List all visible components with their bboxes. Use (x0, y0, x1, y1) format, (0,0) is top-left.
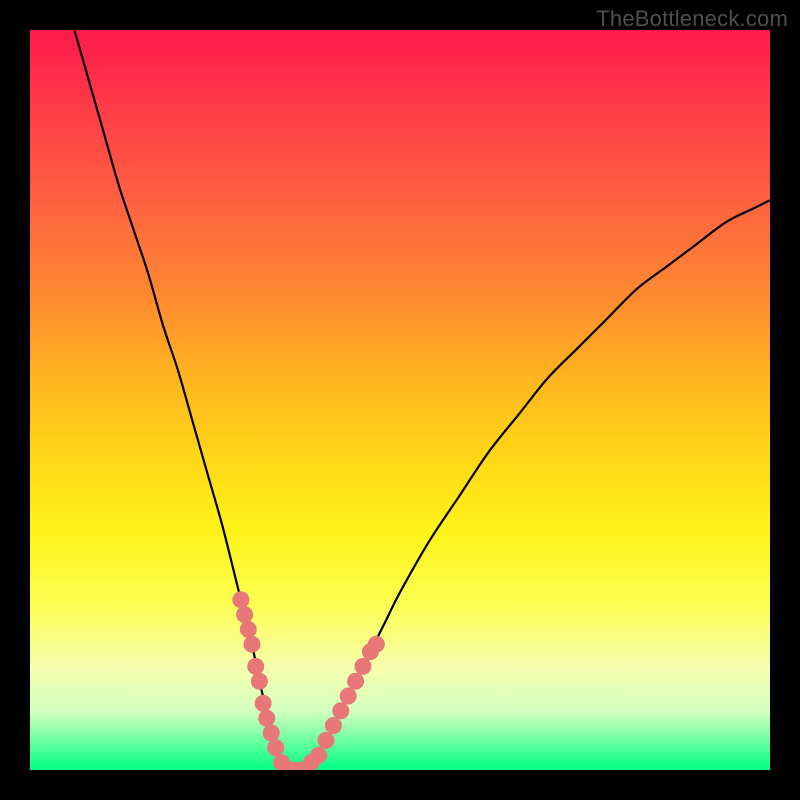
marker-group (233, 592, 384, 770)
marker-dot (348, 673, 364, 689)
marker-dot (248, 658, 264, 674)
marker-dot (340, 688, 356, 704)
marker-dot (237, 607, 253, 623)
marker-dot (368, 636, 384, 652)
marker-dot (255, 695, 271, 711)
marker-dot (318, 732, 334, 748)
chart-frame: TheBottleneck.com (0, 0, 800, 800)
marker-dot (355, 658, 371, 674)
marker-dot (325, 718, 341, 734)
bottleneck-curve (74, 30, 770, 770)
marker-dot (259, 710, 275, 726)
marker-dot (244, 636, 260, 652)
plot-area (30, 30, 770, 770)
marker-dot (240, 621, 256, 637)
marker-dot (268, 740, 284, 756)
marker-dot (233, 592, 249, 608)
watermark-text: TheBottleneck.com (596, 6, 788, 32)
marker-dot (263, 725, 279, 741)
marker-dot (251, 673, 267, 689)
curve-layer (30, 30, 770, 770)
marker-dot (333, 703, 349, 719)
marker-dot (311, 747, 327, 763)
